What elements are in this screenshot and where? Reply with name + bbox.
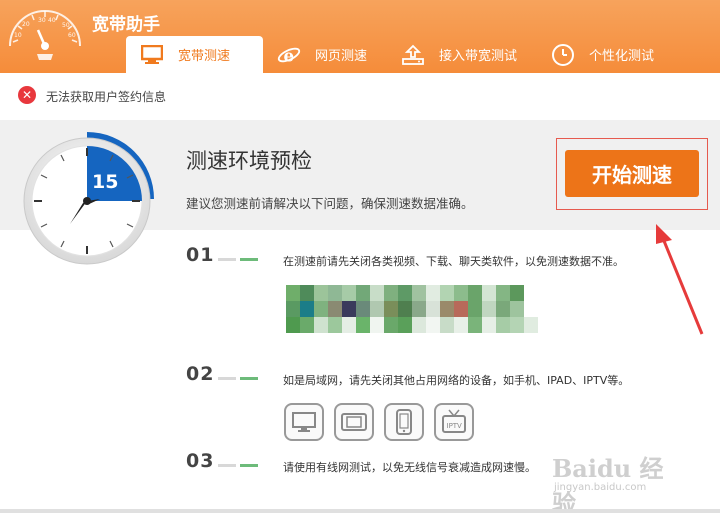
step-divider: [240, 464, 258, 467]
step-number: 02: [186, 363, 215, 385]
step-divider: [240, 258, 258, 261]
countdown-value: 15: [92, 171, 118, 193]
tab-access-bandwidth-test[interactable]: 接入带宽测试: [387, 36, 537, 73]
upload-box-icon: [401, 43, 425, 67]
watermark-url: jingyan.baidu.com: [554, 482, 647, 493]
main-tabs: 宽带测速 e 网页测速 接入带宽测试 个性化测试: [126, 36, 686, 73]
monitor-icon: [140, 43, 164, 67]
error-notice: ✕ 无法获取用户签约信息: [0, 73, 720, 118]
blurred-software-list-image: [286, 285, 538, 333]
bottom-border: [0, 509, 720, 513]
tab-label: 宽带测速: [178, 49, 231, 64]
tab-label: 网页测速: [315, 49, 368, 64]
watermark-text: Baidu 经验: [552, 454, 664, 513]
phone-icon: [384, 403, 424, 441]
precheck-subtitle: 建议您测速前请解决以下问题，确保测速数据准确。: [186, 196, 474, 211]
ie-browser-icon: e: [277, 43, 301, 67]
step-divider: [218, 377, 236, 380]
step-number: 03: [186, 450, 215, 472]
device-icon-row: IPTV: [284, 403, 474, 441]
step-divider: [218, 258, 236, 261]
gauge-label: 20: [22, 21, 30, 28]
step-number: 01: [186, 244, 215, 266]
tab-webpage-speedtest[interactable]: e 网页测速: [263, 36, 387, 73]
svg-text:e: e: [283, 45, 294, 65]
desktop-monitor-icon: [284, 403, 324, 441]
step-text: 请使用有线网测试，以免无线信号衰减造成网速慢。: [283, 461, 536, 474]
step-divider: [240, 377, 258, 380]
error-close-icon: ✕: [18, 86, 36, 104]
title-bar: 10 20 30 40 50 60 宽带助手 宽带测速 e 网页测速 接入带宽测…: [0, 0, 720, 73]
tab-label: 个性化测试: [589, 49, 655, 64]
step-text: 如是局域网，请先关闭其他占用网络的设备，如手机、IPAD、IPTV等。: [283, 374, 630, 387]
tab-broadband-speedtest[interactable]: 宽带测速: [126, 36, 263, 73]
iptv-label: IPTV: [447, 422, 463, 430]
app-title: 宽带助手: [92, 15, 160, 35]
start-speedtest-button[interactable]: 开始测速: [565, 150, 699, 197]
countdown-clock-icon: 15: [23, 132, 154, 265]
tab-personalized-test[interactable]: 个性化测试: [537, 36, 677, 73]
step-text: 在测速前请先关闭各类视频、下载、聊天类软件，以免测速数据不准。: [283, 255, 624, 268]
speedometer-logo-icon: 10 20 30 40 50 60: [9, 10, 81, 60]
baidu-jingyan-watermark: Baidu 经验 jingyan.baidu.com: [552, 445, 682, 513]
tablet-landscape-icon: [334, 403, 374, 441]
tab-label: 接入带宽测试: [439, 49, 518, 64]
gauge-label: 10: [14, 32, 22, 39]
gauge-label: 60: [68, 32, 76, 39]
gauge-label: 40: [48, 17, 56, 24]
iptv-icon: IPTV: [434, 403, 474, 441]
precheck-title: 测速环境预检: [186, 149, 312, 173]
error-message: 无法获取用户签约信息: [46, 90, 167, 104]
gauge-label: 50: [62, 22, 70, 29]
step-divider: [218, 464, 236, 467]
annotation-arrow-icon: [656, 224, 704, 335]
clock-icon: [551, 43, 575, 67]
gauge-label: 30: [38, 17, 46, 24]
